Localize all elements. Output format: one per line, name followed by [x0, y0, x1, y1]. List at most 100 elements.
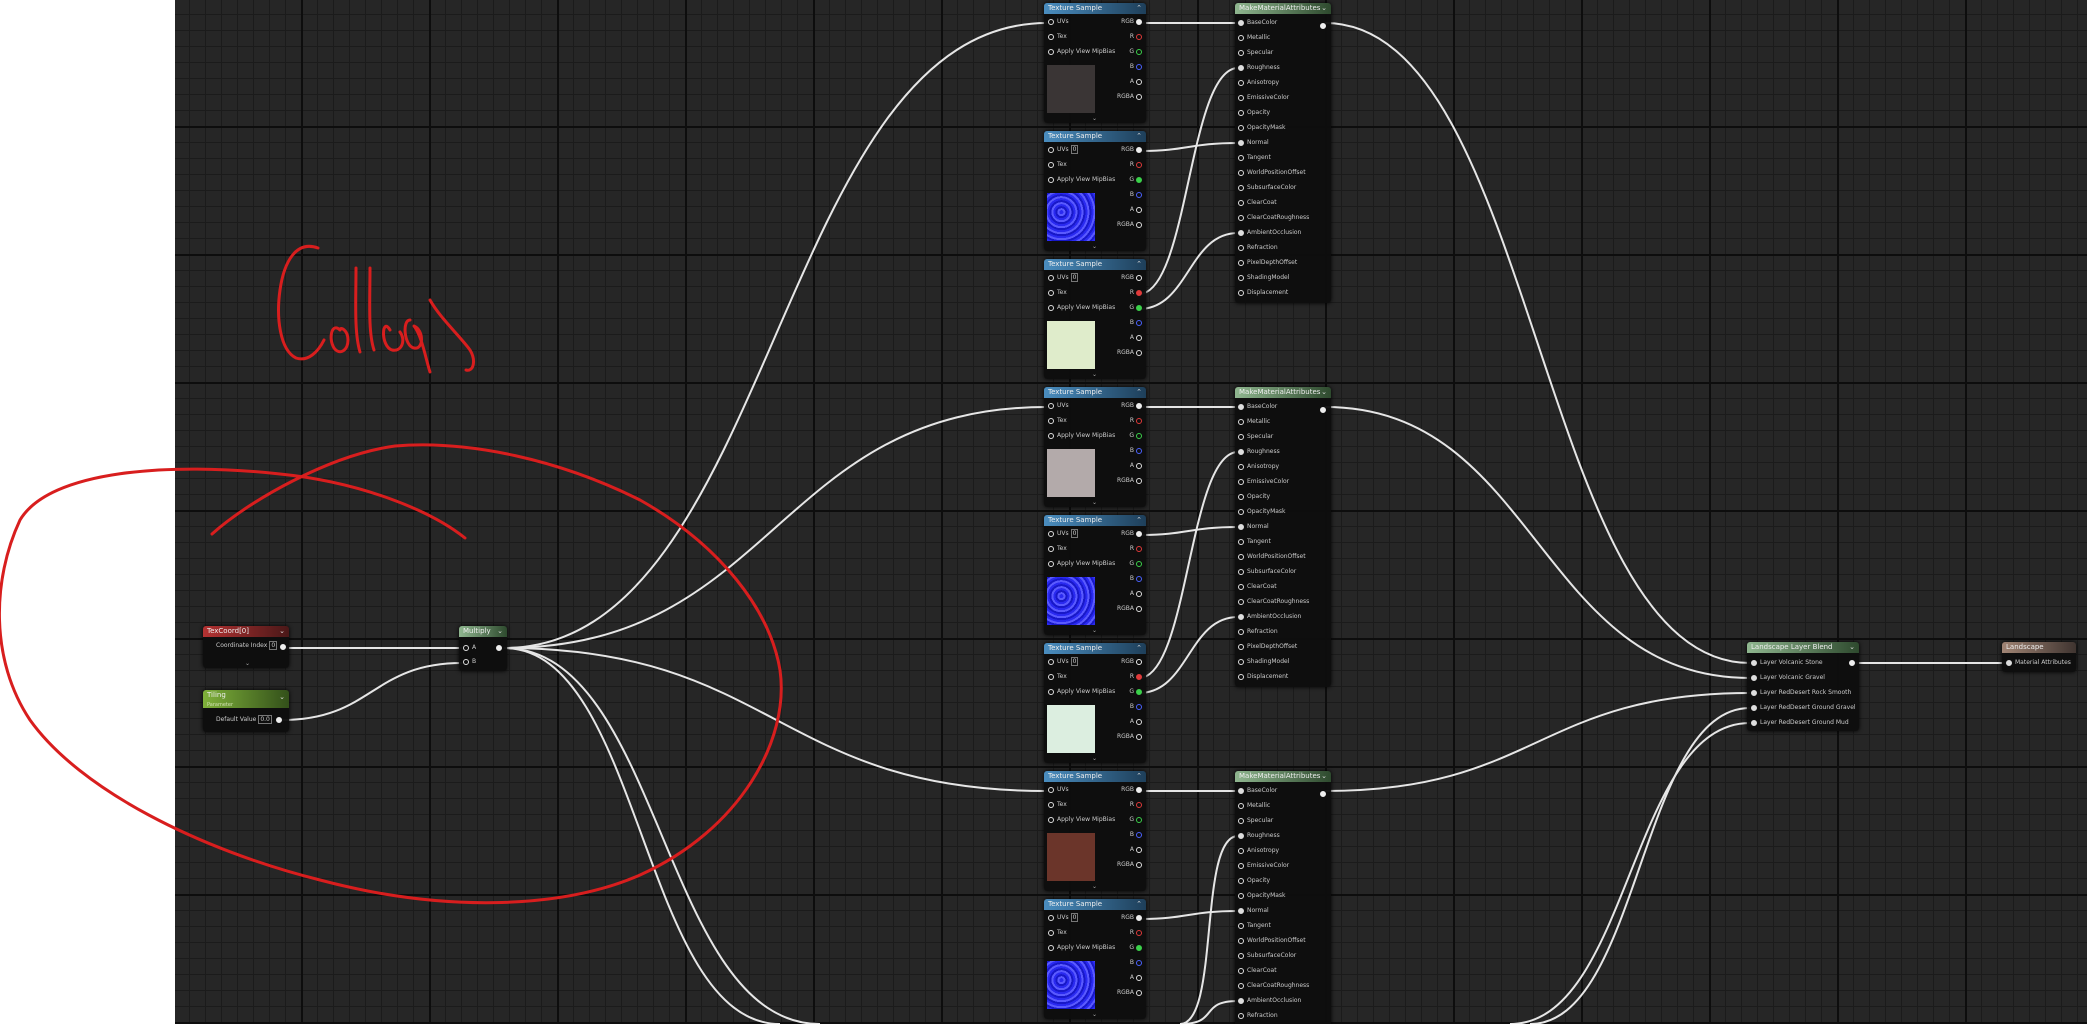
texture-output-pin[interactable]: [1136, 162, 1142, 168]
multiply-output-pin[interactable]: [496, 645, 502, 651]
input-pin[interactable]: [1238, 628, 1244, 635]
mma-input-metallic[interactable]: Metallic: [1238, 416, 1270, 428]
texture-sample-node[interactable]: Texture Sample ⌃ UVs 0 Tex Apply View MipBias…: [1044, 259, 1146, 379]
texture-output-pin[interactable]: [1136, 734, 1142, 740]
input-pin[interactable]: [1238, 244, 1244, 251]
texture-input-apply-view-mipbias[interactable]: Apply View MipBias: [1048, 174, 1115, 186]
texture-output-pin[interactable]: [1136, 290, 1142, 296]
texture-input-uvs[interactable]: UVs: [1048, 400, 1069, 412]
texture-input-apply-view-mipbias[interactable]: Apply View MipBias: [1048, 46, 1115, 58]
texture-sample-node[interactable]: Texture Sample ⌃ UVs 0 Tex Apply View MipBias…: [1044, 515, 1146, 635]
mma-input-metallic[interactable]: Metallic: [1238, 800, 1270, 812]
texture-output-pin[interactable]: [1136, 802, 1142, 808]
layer-reddesert-ground-gravel[interactable]: Layer RedDesert Ground Gravel: [1751, 702, 1856, 714]
texture-output-pin[interactable]: [1136, 147, 1142, 153]
texture-output-pin[interactable]: [1136, 320, 1142, 326]
texture-output-pin[interactable]: [1136, 832, 1142, 838]
mma-input-basecolor[interactable]: BaseColor: [1238, 785, 1277, 797]
input-pin[interactable]: [1238, 553, 1244, 560]
texture-output-pin[interactable]: [1136, 817, 1142, 823]
texture-output-pin[interactable]: [1136, 960, 1142, 966]
chevron-up-icon[interactable]: ⌃: [1136, 3, 1142, 14]
chevron-up-icon[interactable]: ⌃: [1136, 131, 1142, 142]
texture-input-apply-view-mipbias[interactable]: Apply View MipBias: [1048, 558, 1115, 570]
mma-input-clearcoatroughness[interactable]: ClearCoatRoughness: [1238, 596, 1309, 608]
input-pin[interactable]: [1238, 274, 1244, 281]
texture-output-pin[interactable]: [1136, 94, 1142, 100]
texture-output-pin[interactable]: [1136, 448, 1142, 454]
multiply-pin-a[interactable]: A: [463, 642, 476, 654]
texture-input-tex[interactable]: Tex: [1048, 31, 1067, 43]
expand-arrow-icon[interactable]: ⌄: [1092, 1011, 1097, 1018]
input-pin[interactable]: [1238, 817, 1244, 824]
texture-output-pin[interactable]: [1136, 418, 1142, 424]
chevron-down-icon[interactable]: ⌄: [1321, 771, 1327, 782]
chevron-up-icon[interactable]: ⌃: [1136, 771, 1142, 782]
mma-input-clearcoatroughness[interactable]: ClearCoatRoughness: [1238, 212, 1309, 224]
texture-output-pin[interactable]: [1136, 49, 1142, 55]
texture-sample-header[interactable]: Texture Sample ⌃: [1044, 643, 1146, 654]
texture-output-pin[interactable]: [1136, 335, 1142, 341]
texture-input-tex[interactable]: Tex: [1048, 671, 1067, 683]
texture-output-pin[interactable]: [1136, 275, 1142, 281]
texture-output-pin[interactable]: [1136, 945, 1142, 951]
mma-input-emissivecolor[interactable]: EmissiveColor: [1238, 92, 1289, 104]
chevron-down-icon[interactable]: ⌄: [1849, 642, 1855, 653]
mma-input-ambientocclusion[interactable]: AmbientOcclusion: [1238, 995, 1301, 1007]
texture-input-tex[interactable]: Tex: [1048, 415, 1067, 427]
chevron-down-icon[interactable]: ⌄: [1321, 3, 1327, 14]
input-pin[interactable]: [1238, 418, 1244, 425]
mma-input-opacity[interactable]: Opacity: [1238, 875, 1270, 887]
input-pin[interactable]: [1048, 673, 1054, 680]
mma-input-specular[interactable]: Specular: [1238, 431, 1273, 443]
tiling-header[interactable]: Tiling ⌄ Parameter: [203, 690, 289, 708]
mma-input-metallic[interactable]: Metallic: [1238, 32, 1270, 44]
mma-input-clearcoat[interactable]: ClearCoat: [1238, 197, 1277, 209]
texture-output-pin[interactable]: [1136, 930, 1142, 936]
input-pin[interactable]: [1238, 877, 1244, 884]
input-pin[interactable]: [1238, 787, 1244, 794]
mma-input-shadingmodel[interactable]: ShadingModel: [1238, 272, 1289, 284]
input-pin[interactable]: [1238, 922, 1244, 929]
input-pin[interactable]: [1238, 952, 1244, 959]
expand-arrow-icon[interactable]: ⌄: [245, 660, 250, 667]
mma-output-pin[interactable]: [1320, 791, 1326, 797]
mma-input-clearcoat[interactable]: ClearCoat: [1238, 581, 1277, 593]
input-pin[interactable]: [1238, 289, 1244, 296]
input-pin[interactable]: [1238, 523, 1244, 530]
texture-output-pin[interactable]: [1136, 222, 1142, 228]
mma-input-opacitymask[interactable]: OpacityMask: [1238, 122, 1286, 134]
uv-index-field[interactable]: 0: [1070, 529, 1079, 538]
input-pin[interactable]: [1238, 19, 1244, 26]
mma-input-anisotropy[interactable]: Anisotropy: [1238, 461, 1279, 473]
mma-input-specular[interactable]: Specular: [1238, 47, 1273, 59]
layer-blend-output-pin[interactable]: [1849, 660, 1855, 666]
expand-arrow-icon[interactable]: ⌄: [1092, 115, 1097, 122]
texture-output-pin[interactable]: [1136, 478, 1142, 484]
input-pin[interactable]: [1048, 786, 1054, 793]
input-pin[interactable]: [1048, 161, 1054, 168]
landscape-layer-blend-header[interactable]: Landscape Layer Blend ⌄: [1747, 642, 1859, 653]
expand-arrow-icon[interactable]: ⌄: [1092, 499, 1097, 506]
input-pin[interactable]: [1238, 568, 1244, 575]
texture-input-uvs[interactable]: UVs 0: [1048, 272, 1079, 284]
texture-sample-node[interactable]: Texture Sample ⌃ UVs Tex Apply View MipBias R…: [1044, 387, 1146, 507]
mma-input-basecolor[interactable]: BaseColor: [1238, 401, 1277, 413]
mma-input-opacity[interactable]: Opacity: [1238, 107, 1270, 119]
mma-input-anisotropy[interactable]: Anisotropy: [1238, 77, 1279, 89]
uv-index-field[interactable]: 0: [1070, 657, 1079, 666]
input-pin[interactable]: [1238, 493, 1244, 500]
input-pin[interactable]: [1048, 18, 1054, 25]
input-pin[interactable]: [1048, 432, 1054, 439]
input-pin[interactable]: [1238, 1012, 1244, 1019]
expand-arrow-icon[interactable]: ⌄: [1092, 371, 1097, 378]
input-pin[interactable]: [1238, 508, 1244, 515]
texture-output-pin[interactable]: [1136, 704, 1142, 710]
input-pin[interactable]: [1751, 704, 1757, 711]
expand-arrow-icon[interactable]: ⌄: [1092, 883, 1097, 890]
texture-sample-node[interactable]: Texture Sample ⌃ UVs 0 Tex Apply View MipBias…: [1044, 899, 1146, 1019]
texture-output-pin[interactable]: [1136, 305, 1142, 311]
texture-output-pin[interactable]: [1136, 350, 1142, 356]
input-pin[interactable]: [1048, 944, 1054, 951]
texture-output-pin[interactable]: [1136, 674, 1142, 680]
